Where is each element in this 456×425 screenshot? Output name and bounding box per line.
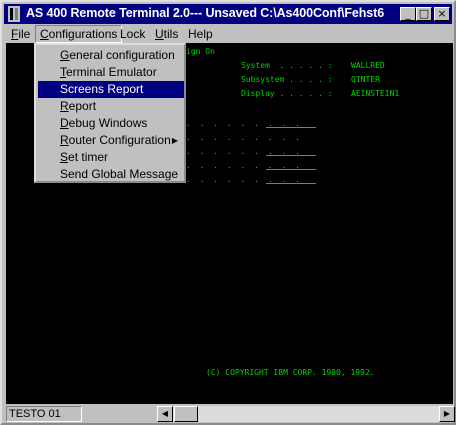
terminal-app-icon (8, 6, 20, 22)
menu-bar: File Configurations Lock Utils Help (4, 24, 452, 43)
input-field[interactable] (266, 183, 316, 184)
display-label: Display . . . . . : (241, 89, 333, 98)
system-value: WALLRED (351, 61, 385, 70)
menu-lock[interactable]: Lock (116, 26, 149, 42)
menu-file[interactable]: File (7, 26, 34, 42)
menu-utils[interactable]: Utils (151, 26, 182, 42)
menu-item-debug-windows[interactable]: Debug Windows (38, 115, 184, 132)
title-bar[interactable]: AS 400 Remote Terminal 2.0--- Unsaved C:… (4, 4, 452, 24)
scroll-thumb[interactable] (174, 406, 198, 422)
system-label: System . . . . . : (241, 61, 333, 70)
menu-item-general-configuration[interactable]: General configuration (38, 47, 184, 64)
horizontal-scrollbar[interactable]: ◀ ▶ (157, 406, 455, 422)
status-bar: TESTO 01 ◀ ▶ (4, 405, 455, 423)
input-field[interactable] (266, 155, 316, 156)
menu-item-report[interactable]: Report (38, 98, 184, 115)
menu-item-screens-report[interactable]: Screens Report (38, 81, 184, 98)
copyright-text: (C) COPYRIGHT IBM CORP. 1980, 1992. (206, 368, 375, 377)
scroll-left-arrow-icon[interactable]: ◀ (157, 406, 173, 422)
input-field[interactable] (266, 169, 316, 170)
menu-item-send-global-message[interactable]: Send Global Message (38, 166, 184, 183)
field-dots: . . . . . . . . . (186, 133, 302, 142)
submenu-arrow-icon: ▶ (171, 136, 178, 145)
display-value: AEINSTEIN1 (351, 89, 400, 98)
menu-item-set-timer[interactable]: Set timer (38, 149, 184, 166)
close-button[interactable]: × (434, 7, 450, 21)
minimize-button[interactable]: _ (400, 7, 416, 21)
session-name: TESTO 01 (6, 406, 82, 422)
menu-item-terminal-emulator[interactable]: Terminal Emulator (38, 64, 184, 81)
menu-item-router-configuration[interactable]: Router Configuration ▶ (38, 132, 184, 149)
app-window: AS 400 Remote Terminal 2.0--- Unsaved C:… (0, 0, 456, 425)
scroll-right-arrow-icon[interactable]: ▶ (439, 406, 455, 422)
configurations-dropdown: General configuration Terminal Emulator … (34, 43, 186, 183)
menu-help[interactable]: Help (184, 26, 217, 42)
maximize-button[interactable]: □ (416, 7, 432, 21)
subsystem-label: Subsystem . . . . : (241, 75, 333, 84)
signon-title: ign On (186, 47, 215, 56)
subsystem-value: QINTER (351, 75, 380, 84)
user-input-field[interactable] (266, 127, 316, 128)
menu-configurations[interactable]: Configurations (35, 25, 123, 43)
window-title: AS 400 Remote Terminal 2.0--- Unsaved C:… (26, 6, 385, 20)
